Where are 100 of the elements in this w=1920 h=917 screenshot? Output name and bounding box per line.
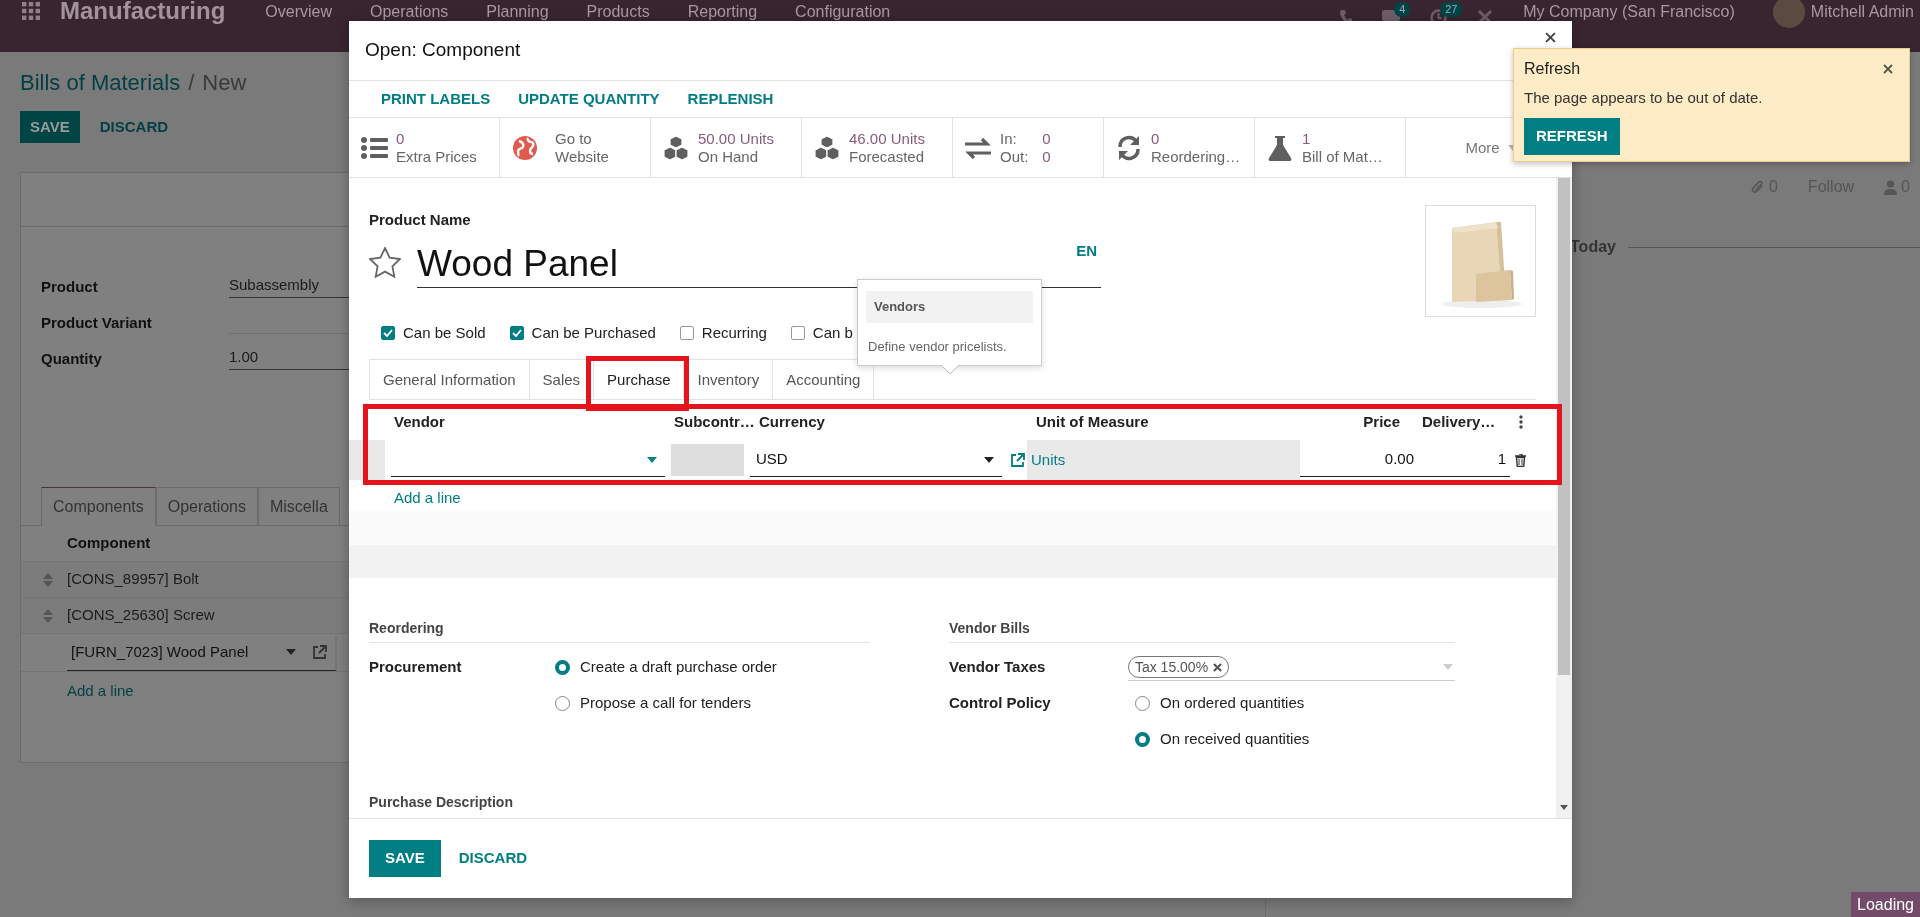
star-icon[interactable] bbox=[369, 246, 401, 278]
tab[interactable]: Operations bbox=[155, 487, 258, 526]
cubes-icon bbox=[662, 133, 690, 162]
field-label: Procurement bbox=[369, 657, 463, 678]
table-cell: Units bbox=[1027, 440, 1300, 480]
caret-icon[interactable] bbox=[984, 456, 994, 463]
table-cell-text: [CONS_89957] Bolt bbox=[67, 569, 199, 590]
radio-button[interactable] bbox=[1135, 732, 1150, 747]
add-line-link[interactable]: Add a line bbox=[67, 680, 134, 703]
column-header: Component bbox=[67, 533, 151, 554]
refresh-button[interactable]: REFRESH bbox=[1524, 117, 1620, 155]
column-options-icon[interactable] bbox=[1519, 415, 1523, 429]
notification-badge: 27 bbox=[1440, 2, 1463, 17]
menu-item[interactable]: Planning bbox=[486, 2, 549, 22]
breadcrumb-separator: / bbox=[188, 69, 195, 97]
app-name[interactable]: Manufacturing bbox=[60, 0, 226, 26]
radio-button[interactable] bbox=[555, 660, 570, 675]
radio-label: Propose a call for tenders bbox=[580, 693, 751, 714]
menu-item[interactable]: Reporting bbox=[687, 2, 758, 22]
field-label: Vendor Taxes bbox=[949, 657, 1047, 678]
radio-label: On received quantities bbox=[1160, 729, 1310, 750]
checkbox-label: Can be Sold bbox=[403, 322, 486, 343]
drag-handle-icon[interactable] bbox=[42, 571, 54, 588]
external-link-icon[interactable] bbox=[312, 644, 327, 660]
remove-icon[interactable] bbox=[1213, 662, 1223, 672]
add-line-link[interactable]: Add a line bbox=[394, 488, 461, 508]
column-header: Price bbox=[1362, 411, 1401, 432]
menu-item[interactable]: Configuration bbox=[795, 2, 891, 22]
save-button[interactable]: SAVE bbox=[369, 840, 441, 877]
globe-icon bbox=[511, 133, 539, 162]
action-button[interactable]: PRINT LABELS bbox=[371, 87, 501, 111]
stat-button[interactable]: 0 Extra Prices bbox=[349, 118, 500, 177]
radio-button[interactable] bbox=[555, 696, 570, 711]
radio-button[interactable] bbox=[1135, 696, 1150, 711]
close-icon[interactable] bbox=[1545, 32, 1556, 43]
checkbox-label: Recurring bbox=[701, 322, 767, 343]
field-label: Control Policy bbox=[949, 693, 1052, 714]
column-header: Vendor bbox=[393, 411, 446, 432]
section-heading: Purchase Description bbox=[369, 792, 514, 812]
field-label: Quantity bbox=[41, 348, 103, 369]
date-separator: Today bbox=[1570, 237, 1616, 257]
tab[interactable]: Accounting bbox=[772, 359, 875, 399]
external-link-icon[interactable] bbox=[1010, 452, 1025, 468]
apps-menu-icon[interactable] bbox=[22, 2, 40, 20]
trash-icon[interactable] bbox=[1515, 453, 1526, 467]
loading-indicator: Loading bbox=[1851, 892, 1920, 917]
product-field[interactable]: [FURN_7023] Wood Panel bbox=[67, 634, 337, 671]
checkbox-label: Can be Purchased bbox=[531, 322, 656, 343]
company-switcher[interactable]: My Company (San Francisco) bbox=[1523, 2, 1735, 22]
checkbox[interactable] bbox=[381, 326, 395, 340]
scrollbar-thumb[interactable] bbox=[1558, 178, 1570, 675]
tab[interactable]: Inventory bbox=[683, 359, 774, 399]
product-name-field[interactable]: Wood Panel bbox=[417, 240, 618, 287]
cubes-icon bbox=[813, 133, 841, 162]
column-header: Unit of Measure bbox=[1035, 411, 1150, 432]
drag-handle-icon[interactable] bbox=[42, 607, 54, 624]
checkbox[interactable] bbox=[679, 326, 694, 340]
save-button[interactable]: SAVE bbox=[20, 111, 80, 143]
user-icon bbox=[1884, 179, 1898, 195]
notification-title: Refresh bbox=[1524, 59, 1581, 79]
scroll-down-icon[interactable] bbox=[1560, 805, 1568, 810]
tab[interactable]: Components bbox=[41, 487, 156, 526]
radio-label: On ordered quantities bbox=[1160, 693, 1305, 714]
breadcrumb-link[interactable]: Bills of Materials bbox=[20, 68, 181, 98]
taxes-field[interactable]: Tax 15.00% bbox=[1127, 654, 1455, 681]
checkbox-label: Can b bbox=[812, 322, 853, 343]
menu-item[interactable]: Products bbox=[586, 2, 650, 22]
paperclip-icon bbox=[1750, 179, 1765, 195]
discard-button[interactable]: DISCARD bbox=[444, 847, 542, 870]
tab[interactable]: General Information bbox=[369, 359, 530, 399]
tooltip-title: Vendors bbox=[866, 291, 1033, 323]
menu-item[interactable]: Operations bbox=[370, 2, 449, 22]
language-button[interactable]: EN bbox=[1076, 239, 1097, 262]
column-header: Currency bbox=[758, 411, 826, 432]
discard-button[interactable]: DISCARD bbox=[89, 111, 179, 143]
scrollbar[interactable] bbox=[1556, 178, 1572, 818]
notification-message: The page appears to be out of date. bbox=[1524, 88, 1764, 108]
dialog-title: Open: Component bbox=[365, 38, 521, 63]
close-icon[interactable] bbox=[1883, 64, 1893, 74]
notification-badge: 4 bbox=[1394, 2, 1411, 17]
column-header: Delivery… bbox=[1421, 411, 1497, 432]
action-button[interactable]: REPLENISH bbox=[677, 87, 784, 111]
field-label: Product Name bbox=[369, 210, 472, 230]
flask-icon bbox=[1266, 133, 1294, 162]
field-label: Product Variant bbox=[41, 312, 153, 333]
user-menu[interactable]: Mitchell Admin bbox=[1810, 2, 1914, 22]
checkbox[interactable] bbox=[790, 326, 805, 340]
radio-label: Create a draft purchase order bbox=[580, 657, 777, 678]
refresh-icon bbox=[1115, 133, 1143, 162]
tag-label: Tax 15.00% bbox=[1134, 658, 1209, 677]
table-cell-text: [CONS_25630] Screw bbox=[67, 605, 215, 626]
tab[interactable]: Miscella bbox=[258, 487, 340, 526]
section-heading: Vendor Bills bbox=[949, 617, 1455, 643]
menu-item[interactable]: Overview bbox=[265, 2, 332, 22]
tooltip-text: Define vendor pricelists. bbox=[867, 337, 1008, 356]
breadcrumb-current: New bbox=[202, 69, 247, 97]
action-button[interactable]: UPDATE QUANTITY bbox=[508, 87, 670, 111]
checkbox[interactable] bbox=[509, 326, 524, 340]
field-label: Product bbox=[41, 276, 99, 297]
section-heading: Reordering bbox=[369, 617, 870, 643]
